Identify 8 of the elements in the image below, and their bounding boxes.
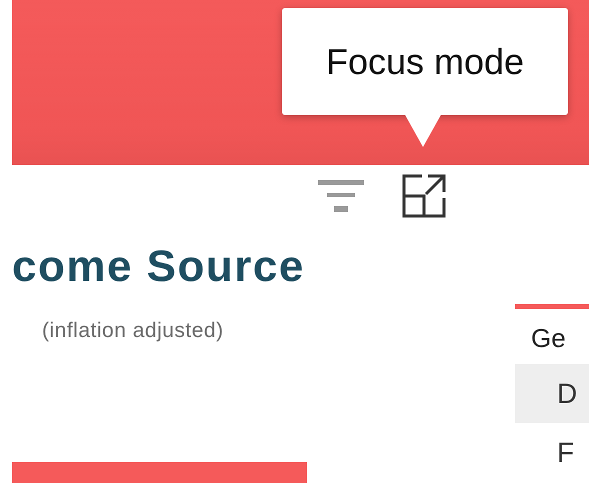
tooltip-text: Focus mode [326,40,524,82]
table-cell[interactable]: F [515,423,589,483]
chart-title: come Source [12,243,306,292]
table-cell[interactable]: D [515,364,589,424]
focus-icon[interactable] [402,174,446,218]
column-header: Ge [530,322,567,355]
chart-subtitle: (inflation adjusted) [42,319,225,344]
filter-icon[interactable] [318,178,364,214]
